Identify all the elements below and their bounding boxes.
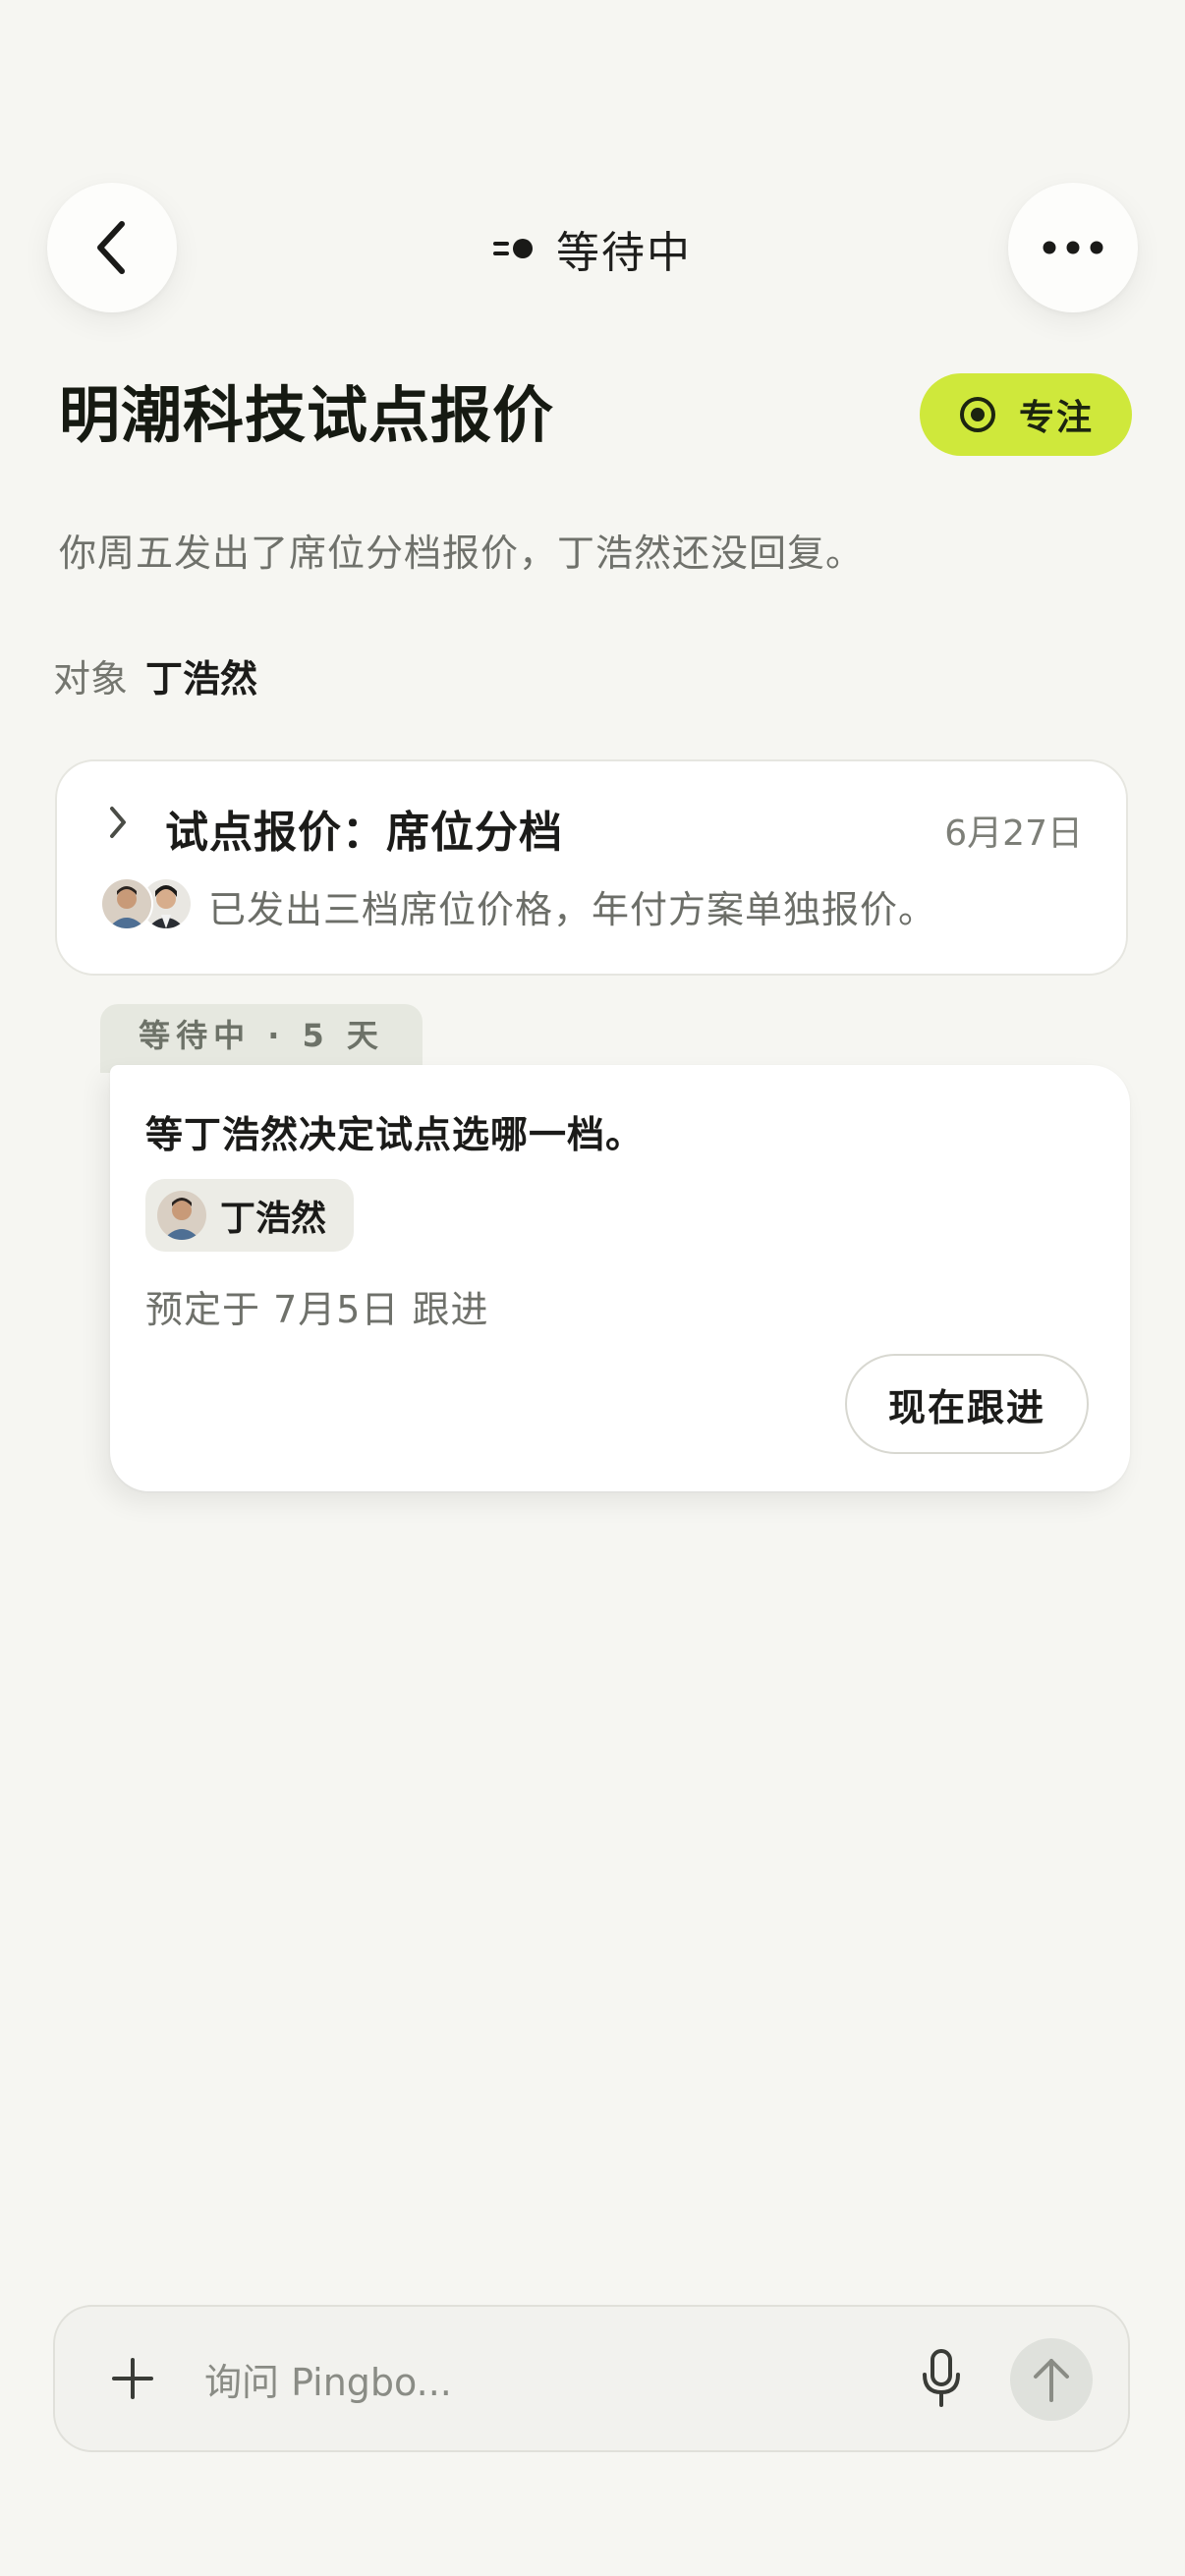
- avatar: [100, 877, 153, 930]
- status-summary: 你周五发出了席位分档报价，丁浩然还没回复。: [59, 532, 865, 575]
- follow-up-detail-screen: 等待中 明潮科技试点报价 专注 你周五发出了席位分档报价，丁浩然还没回复。 对象…: [0, 0, 1185, 2576]
- thread-card[interactable]: 试点报价：席位分档 6月27日 已发出三档席位价格，年付方案单独报价。: [55, 759, 1128, 976]
- target-row: 对象 丁浩然: [53, 648, 257, 702]
- target-value[interactable]: 丁浩然: [145, 648, 257, 702]
- ask-composer: 询问 Pingbo...: [53, 2305, 1130, 2452]
- page-title: 明潮科技试点报价: [59, 379, 555, 451]
- plus-icon[interactable]: [108, 2354, 157, 2403]
- waiting-description: 等丁浩然决定试点选哪一档。: [145, 1113, 645, 1156]
- send-button[interactable]: [1010, 2338, 1093, 2421]
- status-label: 等待中: [556, 228, 692, 278]
- waiting-duration-tab: 等待中 · 5 天: [100, 1004, 423, 1073]
- avatar: [157, 1191, 206, 1240]
- focus-button[interactable]: 专注: [920, 373, 1132, 456]
- thread-summary: 已发出三档席位价格，年付方案单独报价。: [208, 888, 937, 931]
- follow-up-now-button[interactable]: 现在跟进: [845, 1354, 1089, 1454]
- chevron-right-icon[interactable]: [106, 803, 130, 842]
- thread-date: 6月27日: [944, 813, 1083, 854]
- target-icon: [959, 397, 995, 432]
- arrow-up-icon: [1034, 2359, 1069, 2402]
- focus-label: 专注: [1018, 398, 1094, 438]
- moving-dot-icon: [493, 239, 533, 258]
- thread-title: 试点报价：席位分档: [165, 808, 563, 858]
- person-name: 丁浩然: [220, 1199, 327, 1239]
- person-chip[interactable]: 丁浩然: [145, 1179, 354, 1252]
- ask-input[interactable]: 询问 Pingbo...: [204, 2352, 452, 2406]
- follow-up-schedule: 预定于 7月5日 跟进: [145, 1288, 489, 1331]
- waiting-card: 等丁浩然决定试点选哪一档。 丁浩然 预定于 7月5日 跟进 现在跟进: [110, 1065, 1130, 1491]
- target-key: 对象: [53, 657, 129, 700]
- microphone-icon[interactable]: [920, 2348, 963, 2409]
- more-options-button[interactable]: [1008, 183, 1138, 312]
- more-horizontal-icon: [1043, 241, 1103, 254]
- participant-avatars: [100, 877, 195, 930]
